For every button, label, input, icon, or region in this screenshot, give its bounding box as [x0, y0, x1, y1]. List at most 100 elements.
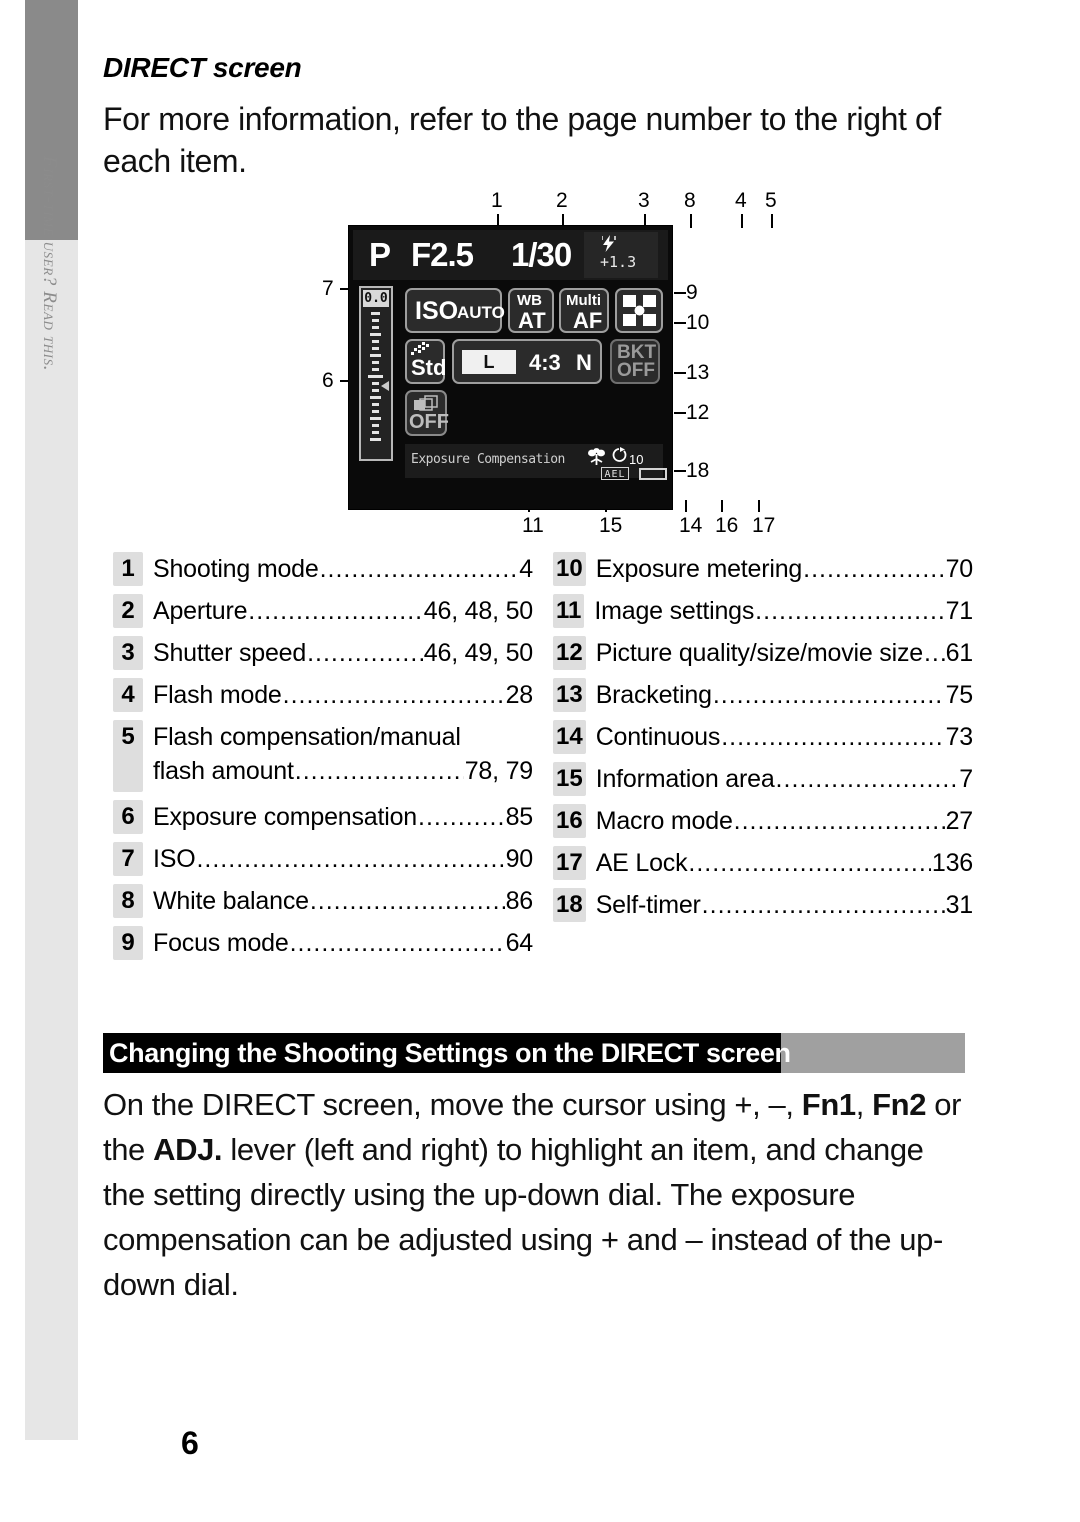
index-row-number: 15: [553, 762, 586, 796]
index-row-number: 11: [553, 594, 585, 628]
macro-flower-icon: [587, 448, 607, 466]
index-row[interactable]: 16 Macro mode............................…: [553, 804, 973, 842]
ae-lock-badge: AEL: [601, 467, 629, 480]
callout-11: 11: [522, 514, 544, 537]
leader-line-9: [674, 292, 686, 294]
exposure-compensation-value: 0.0: [363, 290, 389, 307]
index-row-number: 6: [113, 800, 143, 834]
index-row-dot-leader: ........................................…: [923, 639, 945, 667]
index-row-label: White balance: [153, 887, 309, 915]
index-row[interactable]: 11 Image settings........................…: [553, 594, 973, 632]
index-row-label: Flash compensation/manual: [153, 723, 461, 751]
index-row-page: 75: [945, 681, 973, 709]
index-row-body: Macro mode..............................…: [596, 804, 973, 838]
index-row[interactable]: 15 Information area......................…: [553, 762, 973, 800]
focus-mode-value: AF: [573, 308, 603, 333]
leader-line-8: [690, 214, 692, 228]
leader-line-17: [758, 500, 760, 512]
lcd-iso-tile[interactable]: ISO AUTO: [405, 288, 505, 333]
index-row-label: Flash mode: [153, 681, 282, 709]
index-row-dot-leader: ........................................…: [289, 929, 505, 957]
index-row[interactable]: 13 Bracketing............................…: [553, 678, 973, 716]
callout-7: 7: [322, 277, 334, 300]
index-row-number: 14: [553, 720, 586, 754]
page-content: DIRECT screen For more information, refe…: [103, 0, 1003, 1522]
index-row-number: 8: [113, 884, 143, 918]
index-row[interactable]: 1 Shooting mode..........................…: [113, 552, 533, 590]
index-row-page: 78, 79: [464, 757, 533, 785]
index-row-body: AE Lock.................................…: [596, 846, 973, 880]
lcd-continuous-tile[interactable]: OFF: [405, 390, 449, 436]
lcd-bracketing-tile[interactable]: BKT OFF: [610, 339, 660, 384]
index-row[interactable]: 12 Picture quality/size/movie size.......…: [553, 636, 973, 674]
index-row[interactable]: 5 Flash compensation/manual flash amount..…: [113, 720, 533, 796]
index-row-body: Exposure compensation...................…: [153, 800, 533, 834]
index-row[interactable]: 9 Focus mode.............................…: [113, 926, 533, 964]
index-row-dot-leader: ........................................…: [418, 803, 505, 831]
index-row[interactable]: 8 White balance..........................…: [113, 884, 533, 922]
index-row-number: 17: [553, 846, 586, 880]
index-row-number: 5: [113, 720, 143, 792]
index-row-dot-leader: ........................................…: [712, 681, 945, 709]
lcd-top-status-bar: P F2.5 1/30 +1.3: [353, 230, 668, 280]
index-row[interactable]: 7 ISO....................................…: [113, 842, 533, 880]
index-row-label: Self-timer: [595, 891, 701, 919]
index-row-page: 85: [505, 803, 533, 831]
index-row-page: 136: [931, 849, 973, 877]
index-row[interactable]: 17 AE Lock...............................…: [553, 846, 973, 884]
index-row-body: White balance...........................…: [153, 884, 533, 918]
index-row[interactable]: 6 Exposure compensation..................…: [113, 800, 533, 838]
index-row-number: 7: [113, 842, 143, 876]
leader-line-16: [721, 500, 723, 512]
index-row-label-cont: flash amount............................…: [153, 754, 533, 788]
index-row-dot-leader: ........................................…: [721, 723, 945, 751]
callout-14: 14: [679, 514, 703, 537]
camera-lcd-panel: P F2.5 1/30 +1.3 0.0 ISO AUTO WB AT Mult…: [348, 225, 673, 510]
index-row[interactable]: 4 Flash mode.............................…: [113, 678, 533, 716]
index-row[interactable]: 14 Continuous............................…: [553, 720, 973, 758]
index-row[interactable]: 2 Aperture...............................…: [113, 594, 533, 632]
lcd-picture-quality-tile[interactable]: L 4:3 N: [452, 339, 602, 384]
lcd-image-settings-tile[interactable]: Std: [405, 339, 446, 384]
index-row-dot-leader: ........................................…: [248, 597, 423, 625]
index-row-page: 46, 49, 50: [423, 639, 533, 667]
leader-line-18: [674, 470, 686, 472]
index-row-body: Picture quality/size/movie size.........…: [596, 636, 973, 670]
index-row-number: 12: [553, 636, 586, 670]
lcd-white-balance-tile[interactable]: WB AT: [508, 288, 554, 333]
section-heading-bar: Changing the Shooting Settings on the DI…: [103, 1033, 965, 1073]
exposure-compensation-scale[interactable]: 0.0: [359, 286, 393, 461]
callout-1: 1: [491, 189, 503, 212]
continuous-value: OFF: [409, 411, 449, 433]
index-row-label: Focus mode: [153, 929, 289, 957]
index-row[interactable]: 18 Self-timer............................…: [553, 888, 973, 926]
lcd-shutter-speed-value[interactable]: 1/30: [511, 236, 572, 274]
lcd-shooting-mode[interactable]: P: [369, 236, 391, 274]
leader-line-12: [674, 412, 686, 414]
wb-label: WB: [517, 292, 542, 309]
lcd-aperture-value[interactable]: F2.5: [411, 236, 474, 274]
callout-18: 18: [686, 459, 710, 482]
index-row-number: 4: [113, 678, 143, 712]
lcd-flash-group[interactable]: +1.3: [584, 232, 658, 278]
index-row-page: 7: [959, 765, 973, 793]
index-row-label: Macro mode: [595, 807, 733, 835]
index-row[interactable]: 10 Exposure metering.....................…: [553, 552, 973, 590]
ec-tick: [370, 438, 381, 441]
ec-tick: [370, 396, 381, 399]
index-row-dot-leader: ........................................…: [196, 845, 504, 873]
index-column-left: 1 Shooting mode..........................…: [113, 552, 533, 968]
index-row-dot-leader: ........................................…: [294, 757, 464, 785]
ec-tick: [370, 417, 381, 420]
ec-tick: [372, 431, 379, 434]
lcd-exposure-metering-tile[interactable]: [615, 288, 663, 333]
index-row-dot-leader: ........................................…: [319, 555, 519, 583]
lcd-focus-mode-tile[interactable]: Multi AF: [559, 288, 609, 333]
aspect-ratio-value: 4:3: [529, 350, 561, 375]
callout-2: 2: [556, 189, 568, 212]
iso-label: ISO: [415, 297, 459, 325]
ec-tick: [372, 347, 379, 350]
index-row[interactable]: 3 Shutter speed..........................…: [113, 636, 533, 674]
ec-tick: [372, 389, 379, 392]
index-row-dot-leader: ........................................…: [307, 639, 423, 667]
